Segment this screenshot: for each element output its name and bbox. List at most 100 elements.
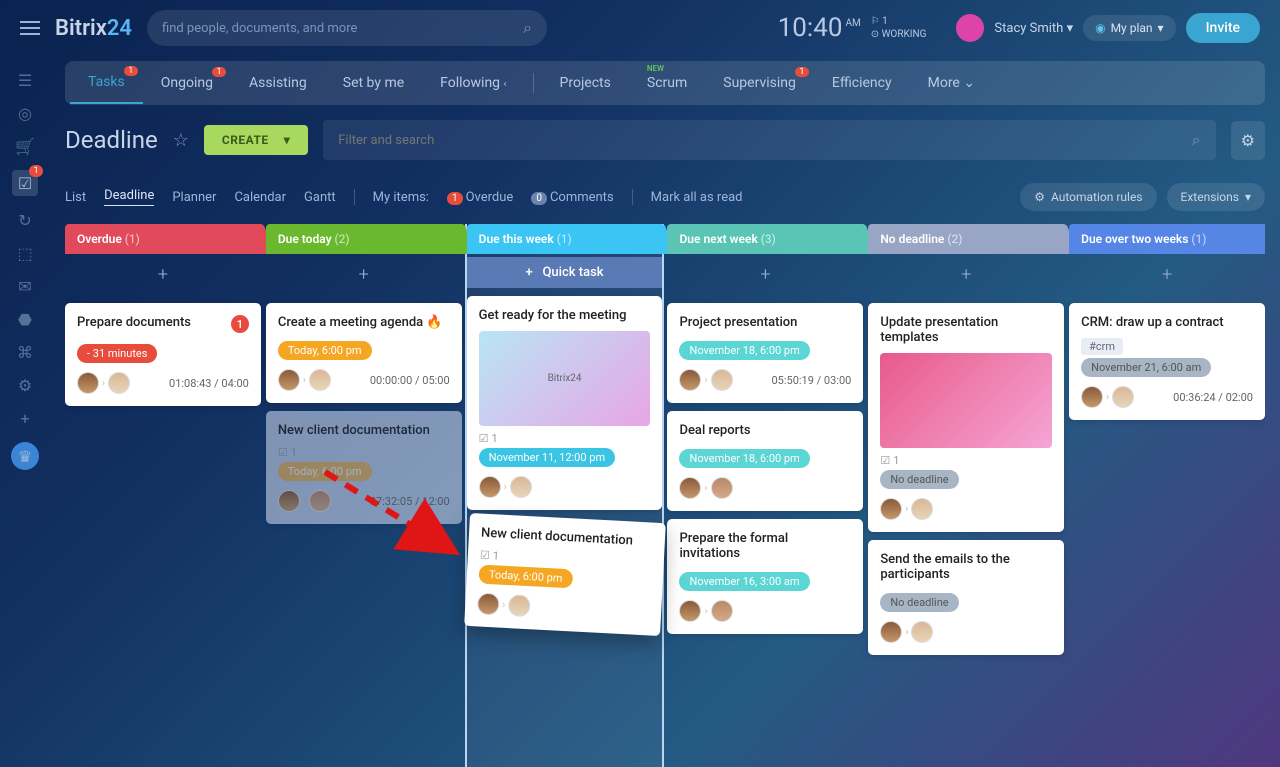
- filter-input[interactable]: [338, 133, 1191, 148]
- gear-icon[interactable]: ⚙: [16, 376, 34, 394]
- tab-ongoing[interactable]: Ongoing1: [143, 63, 231, 103]
- tab-following[interactable]: Following ‹: [422, 63, 524, 103]
- view-list[interactable]: List: [65, 190, 86, 205]
- robot-icon[interactable]: ⬚: [16, 244, 34, 262]
- view-deadline[interactable]: Deadline: [104, 188, 154, 206]
- quick-task-button[interactable]: + Quick task: [467, 257, 663, 288]
- add-task-button[interactable]: +: [65, 254, 261, 295]
- mark-all-read[interactable]: Mark all as read: [651, 190, 743, 205]
- create-button[interactable]: CREATE▾: [204, 125, 308, 155]
- avatar: [77, 372, 99, 394]
- tab-tasks[interactable]: Tasks1: [70, 62, 143, 104]
- avatar: [679, 369, 701, 391]
- add-task-button[interactable]: +: [667, 254, 863, 295]
- avatar: [880, 621, 902, 643]
- tag[interactable]: #crm: [1081, 338, 1123, 355]
- add-task-button[interactable]: +: [868, 254, 1064, 295]
- deadline-pill: - 31 minutes: [77, 344, 157, 363]
- avatar: [1112, 386, 1134, 408]
- search-icon[interactable]: ⌕: [523, 18, 532, 38]
- avatar: [479, 476, 501, 498]
- task-card[interactable]: Deal reports November 18, 6:00 pm ›: [667, 411, 863, 511]
- avatar: [679, 600, 701, 622]
- column-due-today: Due today (2) + Create a meeting agenda …: [266, 224, 462, 767]
- task-image: Bitrix24: [479, 331, 651, 426]
- crown-icon[interactable]: ♛: [11, 442, 39, 470]
- task-card[interactable]: Project presentation November 18, 6:00 p…: [667, 303, 863, 403]
- cart-icon[interactable]: 🛒: [16, 137, 34, 155]
- automation-rules-button[interactable]: ⚙Automation rules: [1020, 183, 1156, 211]
- task-card[interactable]: Prepare the formal invitations November …: [667, 519, 863, 634]
- add-task-button[interactable]: +: [1069, 254, 1265, 295]
- search-icon[interactable]: ⌕: [1192, 130, 1201, 150]
- deadline-pill: November 11, 12:00 pm: [479, 448, 615, 467]
- tab-scrum[interactable]: Scrum: [629, 63, 705, 103]
- deadline-pill: No deadline: [880, 470, 958, 489]
- column-header: Due this week (1): [467, 224, 663, 254]
- task-card[interactable]: Create a meeting agenda 🔥 Today, 6:00 pm…: [266, 303, 462, 403]
- target-icon[interactable]: ◎: [16, 104, 34, 122]
- avatar: [108, 372, 130, 394]
- tasks-icon[interactable]: ☑1: [12, 170, 38, 196]
- deadline-pill: Today, 6:00 pm: [278, 462, 372, 481]
- search-input[interactable]: [162, 21, 513, 36]
- task-card-dragging[interactable]: New client documentation ☑ 1 Today, 6:00…: [464, 513, 665, 636]
- column-header: Due over two weeks (1): [1069, 224, 1265, 254]
- column-header: Overdue (1): [65, 224, 261, 254]
- sitemap-icon[interactable]: ⌘: [16, 343, 34, 361]
- task-card[interactable]: Send the emails to the participants No d…: [868, 540, 1064, 655]
- column-header: Due next week (3): [667, 224, 863, 254]
- logo[interactable]: Bitrix24: [55, 16, 132, 41]
- tabs-bar: Tasks1 Ongoing1 Assisting Set by me Foll…: [65, 61, 1265, 105]
- clock: 10:40AM ⚐ 1 ⊙ WORKING: [778, 13, 927, 43]
- user-name[interactable]: Stacy Smith ▾: [994, 21, 1073, 36]
- task-card[interactable]: Update presentation templates ☑ 1 No dea…: [868, 303, 1064, 532]
- overdue-filter[interactable]: 1Overdue: [447, 190, 513, 205]
- invite-button[interactable]: Invite: [1186, 13, 1260, 43]
- filter-search[interactable]: ⌕: [323, 120, 1215, 160]
- refresh-icon[interactable]: ↻: [16, 211, 34, 229]
- my-plan-button[interactable]: ◉My plan ▾: [1083, 15, 1175, 41]
- tab-projects[interactable]: Projects: [542, 63, 629, 103]
- avatar: [309, 490, 331, 512]
- avatar: [476, 592, 499, 615]
- view-gantt[interactable]: Gantt: [304, 190, 336, 205]
- column-no-deadline: No deadline (2) + Update presentation te…: [868, 224, 1064, 767]
- shield-icon[interactable]: ⬣: [16, 310, 34, 328]
- task-card-ghost[interactable]: New client documentation ☑ 1 Today, 6:00…: [266, 411, 462, 524]
- comments-filter[interactable]: 0Comments: [531, 190, 613, 205]
- star-icon[interactable]: ☆: [173, 130, 189, 151]
- column-overdue: Overdue (1) + Prepare documents1 - 31 mi…: [65, 224, 261, 767]
- task-card[interactable]: Prepare documents1 - 31 minutes ›01:08:4…: [65, 303, 261, 406]
- timer: 00:00:00 / 05:00: [370, 374, 450, 387]
- extensions-button[interactable]: Extensions ▾: [1167, 183, 1266, 211]
- deadline-pill: Today, 6:00 pm: [478, 565, 573, 589]
- tab-efficiency[interactable]: Efficiency: [814, 63, 910, 103]
- deadline-pill: November 16, 3:00 am: [679, 572, 809, 591]
- settings-button[interactable]: ⚙: [1231, 121, 1265, 160]
- filter-icon[interactable]: ☰: [16, 71, 34, 89]
- mail-icon[interactable]: ✉: [16, 277, 34, 295]
- tab-setbyme[interactable]: Set by me: [325, 63, 422, 103]
- checklist-icon: ☑ 1: [479, 432, 651, 445]
- tab-assisting[interactable]: Assisting: [231, 63, 325, 103]
- view-calendar[interactable]: Calendar: [234, 190, 286, 205]
- timer: 05:50:19 / 03:00: [772, 374, 852, 387]
- user-avatar[interactable]: [956, 14, 984, 42]
- sidebar: ☰ ◎ 🛒 ☑1 ↻ ⬚ ✉ ⬣ ⌘ ⚙ + ♛: [0, 56, 50, 767]
- timer: 00:36:24 / 02:00: [1173, 391, 1253, 404]
- add-task-button[interactable]: +: [266, 254, 462, 295]
- avatar: [911, 621, 933, 643]
- task-card[interactable]: Get ready for the meeting Bitrix24 ☑ 1 N…: [467, 296, 663, 510]
- tab-more[interactable]: More ⌄: [910, 63, 993, 103]
- view-planner[interactable]: Planner: [172, 190, 216, 205]
- avatar: [510, 476, 532, 498]
- column-header: Due today (2): [266, 224, 462, 254]
- deadline-pill: Today, 6:00 pm: [278, 341, 372, 360]
- global-search[interactable]: ⌕: [147, 10, 547, 46]
- task-card[interactable]: CRM: draw up a contract #crm November 21…: [1069, 303, 1265, 420]
- plus-icon[interactable]: +: [16, 409, 34, 427]
- tab-supervising[interactable]: Supervising1: [705, 63, 814, 103]
- hamburger-icon[interactable]: [20, 21, 40, 35]
- column-due-this-week: Due this week (1) + Quick task Get ready…: [467, 224, 663, 767]
